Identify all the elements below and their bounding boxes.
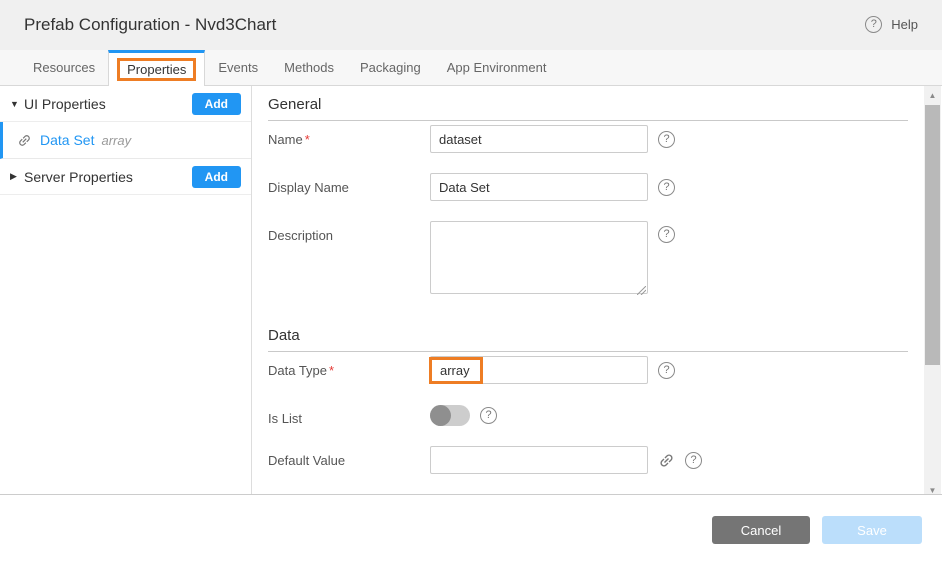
help-icon[interactable]: ? [685, 452, 702, 469]
scroll-up-icon[interactable]: ▲ [924, 88, 941, 103]
name-input[interactable] [430, 125, 648, 153]
tab-resources[interactable]: Resources [20, 50, 108, 85]
group-label-ui-properties: UI Properties [24, 96, 192, 112]
help-question-icon: ? [865, 16, 882, 33]
sidebar-group-server-properties[interactable]: ▶ Server Properties Add [0, 159, 251, 195]
dialog-footer: Cancel Save [0, 494, 942, 562]
vertical-scrollbar[interactable]: ▲ ▼ [924, 86, 941, 500]
data-type-input[interactable]: array [430, 356, 648, 384]
cancel-button[interactable]: Cancel [712, 516, 810, 544]
section-title-general: General [268, 96, 908, 121]
field-label: Data Type* [268, 356, 430, 384]
link-icon [14, 129, 35, 150]
toggle-knob [430, 405, 451, 426]
annotation-box-data-type: array [429, 357, 483, 384]
tab-properties[interactable]: Properties [108, 50, 205, 86]
caret-right-icon: ▶ [10, 171, 24, 182]
description-textarea[interactable] [430, 221, 648, 294]
tab-packaging[interactable]: Packaging [347, 50, 434, 85]
display-name-input[interactable] [430, 173, 648, 201]
tab-bar: Resources Properties Events Methods Pack… [0, 50, 942, 86]
sidebar-item-label: Data Set [40, 132, 94, 148]
field-row-data-type: Data Type* array ? [268, 356, 924, 384]
field-label: Name* [268, 125, 430, 153]
section-title-data: Data [268, 327, 908, 352]
group-label-server-properties: Server Properties [24, 169, 192, 185]
add-ui-property-button[interactable]: Add [192, 93, 241, 115]
field-row-display-name: Display Name ? [268, 173, 924, 201]
help-icon[interactable]: ? [658, 226, 675, 243]
help-icon[interactable]: ? [480, 407, 497, 424]
field-row-is-list: Is List ? [268, 404, 924, 426]
caret-down-icon: ▼ [10, 99, 24, 109]
field-row-description: Description ? [268, 221, 924, 299]
field-label: Default Value [268, 446, 430, 474]
help-label: Help [891, 17, 918, 32]
required-asterisk: * [305, 132, 310, 147]
sidebar-item-data-set[interactable]: Data Set array [0, 122, 251, 159]
help-button[interactable]: ? Help [865, 16, 918, 33]
is-list-toggle[interactable] [430, 405, 470, 426]
properties-sidebar: ▼ UI Properties Add Data Set array ▶ Ser… [0, 86, 252, 494]
property-form-panel: General Name* ? Display Name ? Descripti… [253, 86, 924, 494]
required-asterisk: * [329, 363, 334, 378]
sidebar-item-type: array [101, 133, 131, 148]
bind-link-icon[interactable] [654, 448, 678, 472]
sidebar-group-ui-properties[interactable]: ▼ UI Properties Add [0, 86, 251, 122]
tab-app-environment[interactable]: App Environment [434, 50, 560, 85]
help-icon[interactable]: ? [658, 131, 675, 148]
field-row-default-value: Default Value ? [268, 446, 924, 474]
field-row-name: Name* ? [268, 125, 924, 153]
help-icon[interactable]: ? [658, 362, 675, 379]
page-title: Prefab Configuration - Nvd3Chart [24, 15, 276, 35]
field-label: Display Name [268, 173, 430, 201]
save-button[interactable]: Save [822, 516, 922, 544]
annotation-box-properties-tab: Properties [117, 58, 196, 81]
add-server-property-button[interactable]: Add [192, 166, 241, 188]
scrollbar-thumb[interactable] [925, 105, 940, 365]
default-value-input[interactable] [430, 446, 648, 474]
tab-events[interactable]: Events [205, 50, 271, 85]
field-label: Is List [268, 404, 430, 426]
tab-methods[interactable]: Methods [271, 50, 347, 85]
dialog-header: Prefab Configuration - Nvd3Chart ? Help [0, 0, 942, 50]
field-label: Description [268, 221, 430, 299]
help-icon[interactable]: ? [658, 179, 675, 196]
